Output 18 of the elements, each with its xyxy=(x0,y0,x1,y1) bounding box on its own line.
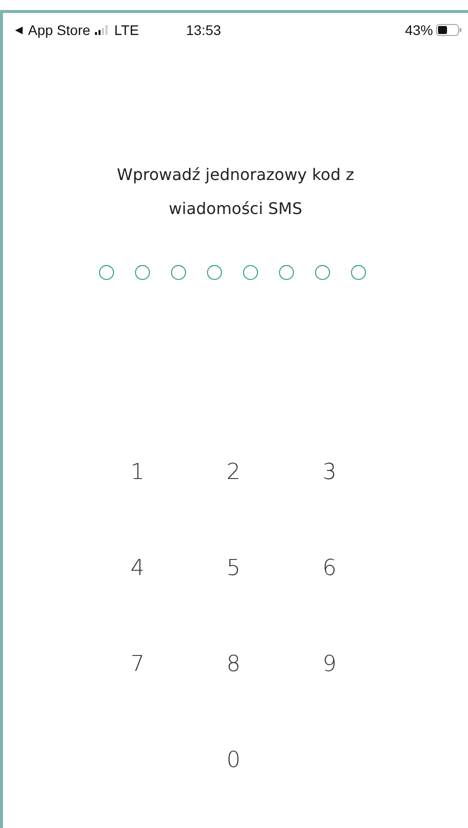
keypad-key[interactable]: 7 xyxy=(90,627,186,701)
battery-icon xyxy=(436,24,462,36)
keypad-key[interactable]: 0 xyxy=(186,723,282,797)
keypad-key[interactable]: 2 xyxy=(186,435,282,509)
keypad-key[interactable]: 3 xyxy=(282,435,378,509)
battery-percent: 43% xyxy=(404,22,434,38)
signal-icon xyxy=(95,25,110,35)
keypad-key[interactable]: 4 xyxy=(90,531,186,605)
clock: 13:53 xyxy=(184,22,222,38)
keypad-key[interactable]: 6 xyxy=(282,531,378,605)
keypad-key[interactable]: 1 xyxy=(90,435,186,509)
instruction-text: Wprowadź jednorazowy kod z wiadomości SMS xyxy=(116,164,356,220)
keypad-key[interactable]: 5 xyxy=(186,531,282,605)
keypad-key[interactable]: 8 xyxy=(186,627,282,701)
network-label: LTE xyxy=(114,22,139,38)
back-link[interactable]: App Store xyxy=(28,22,90,38)
keypad-key[interactable]: 9 xyxy=(282,627,378,701)
back-arrow[interactable]: ◀ xyxy=(15,24,23,36)
